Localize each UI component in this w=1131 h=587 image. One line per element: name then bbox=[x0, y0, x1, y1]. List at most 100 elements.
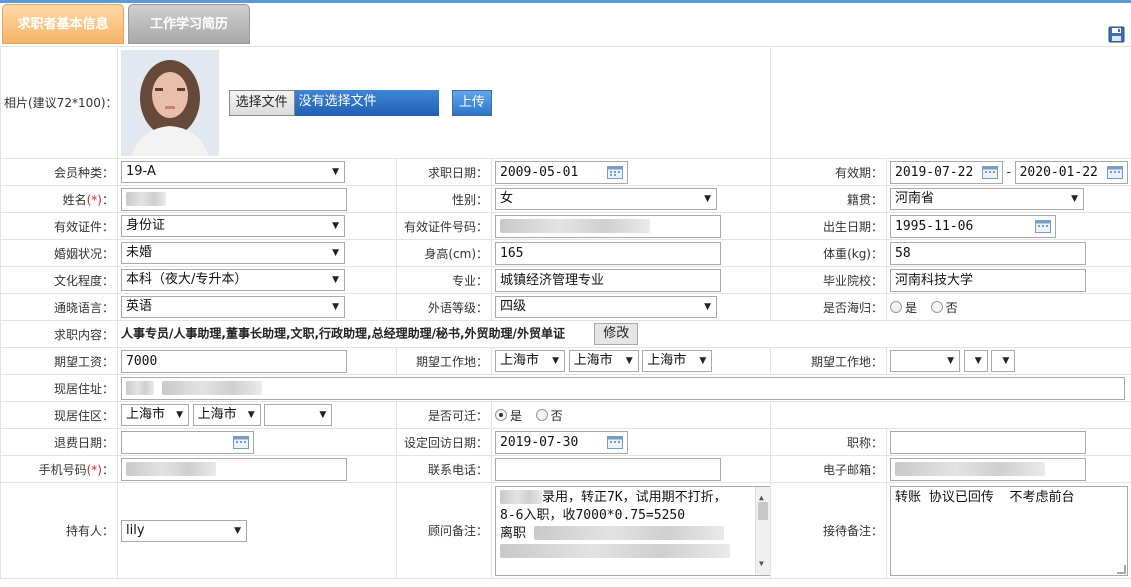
file-picker[interactable]: 选择文件 没有选择文件 bbox=[228, 89, 439, 116]
returnee-no-radio[interactable] bbox=[930, 301, 943, 314]
apply-date-input[interactable]: 2009-05-01 bbox=[495, 160, 628, 184]
chevron-down-icon: ▼ bbox=[332, 167, 339, 177]
weight-input[interactable]: 58 bbox=[890, 241, 1086, 265]
work-city-select[interactable]: 上海市 ▼ bbox=[568, 350, 639, 372]
chevron-down-icon: ▼ bbox=[319, 410, 327, 420]
relocate-yes-radio[interactable] bbox=[495, 409, 507, 422]
holder-value: lily bbox=[126, 522, 145, 538]
email-label: 电子邮箱： bbox=[770, 455, 887, 483]
school-label: 毕业院校： bbox=[770, 266, 887, 294]
work-province-select[interactable]: 上海市 ▼ bbox=[495, 350, 565, 372]
note-scrollbar[interactable]: ▲ ▼ bbox=[755, 486, 770, 575]
weight-label: 体重(kg)： bbox=[770, 239, 887, 267]
reception-note-value: 转账 协议已回传 不考虑前台 bbox=[895, 489, 1075, 505]
language-level-label: 外语等级： bbox=[396, 293, 492, 321]
relocate-label: 是否可迁： bbox=[396, 401, 492, 429]
gender-select[interactable]: 女 ▼ bbox=[495, 188, 717, 210]
redacted-note-text bbox=[533, 526, 724, 540]
work-province-value: 上海市 bbox=[500, 353, 540, 368]
visit-date-input[interactable]: 2019-07-30 bbox=[495, 430, 628, 454]
top-accent-line bbox=[0, 0, 1131, 3]
visit-date-value: 2019-07-30 bbox=[500, 434, 579, 450]
area-district-select[interactable]: ▼ bbox=[264, 404, 333, 426]
education-select[interactable]: 本科（夜大/专升本） ▼ bbox=[121, 269, 345, 291]
choose-file-button[interactable]: 选择文件 bbox=[228, 89, 295, 116]
relocate-no-radio[interactable] bbox=[535, 409, 548, 422]
work-district-value: 上海市 bbox=[647, 353, 687, 368]
chevron-down-icon: ▼ bbox=[234, 525, 241, 536]
chevron-down-icon: ▼ bbox=[332, 302, 339, 312]
required-mark: (*) bbox=[86, 192, 102, 207]
work2-city-select[interactable]: ▼ bbox=[963, 350, 988, 372]
marital-value: 未婚 bbox=[126, 245, 153, 260]
birth-date-input[interactable]: 1995-11-06 bbox=[890, 214, 1056, 238]
work2-province-select[interactable]: ▼ bbox=[890, 350, 960, 372]
save-icon[interactable] bbox=[1108, 26, 1125, 43]
valid-from-value: 2019-07-22 bbox=[895, 164, 974, 180]
calendar-icon[interactable] bbox=[233, 435, 249, 449]
upload-button[interactable]: 上传 bbox=[451, 89, 492, 116]
area-city-select[interactable]: 上海市 ▼ bbox=[192, 404, 261, 426]
valid-period-label: 有效期： bbox=[770, 158, 887, 186]
valid-to-input[interactable]: 2020-01-22 bbox=[1014, 160, 1128, 184]
calendar-icon[interactable] bbox=[607, 165, 623, 179]
tab-basic-info[interactable]: 求职者基本信息 bbox=[2, 4, 124, 44]
salary-label: 期望工资： bbox=[0, 347, 118, 375]
work2-district-select[interactable]: ▼ bbox=[991, 350, 1016, 372]
valid-from-input[interactable]: 2019-07-22 bbox=[890, 160, 1003, 184]
chevron-down-icon: ▼ bbox=[247, 410, 255, 420]
tab-work-history[interactable]: 工作学习简历 bbox=[128, 4, 250, 44]
chevron-down-icon: ▼ bbox=[552, 356, 559, 366]
advisor-note-textarea[interactable]: 录用，转正7K，试用期不打折， 8-6入职，收7000*0.75=5250 离职… bbox=[495, 485, 770, 576]
job-content-label: 求职内容： bbox=[0, 320, 118, 348]
chevron-down-icon: ▼ bbox=[332, 275, 339, 285]
marital-label: 婚姻状况： bbox=[0, 239, 118, 267]
relocate-yes-label: 是 bbox=[510, 408, 523, 423]
job-title-label: 职称： bbox=[770, 428, 887, 456]
language-select[interactable]: 英语 ▼ bbox=[121, 296, 345, 318]
phone-input[interactable] bbox=[495, 457, 721, 481]
calendar-icon[interactable] bbox=[982, 165, 998, 179]
calendar-icon[interactable] bbox=[607, 435, 623, 449]
calendar-icon[interactable] bbox=[1106, 165, 1123, 179]
apply-date-label: 求职日期： bbox=[396, 158, 492, 186]
language-level-select[interactable]: 四级 ▼ bbox=[495, 296, 717, 318]
school-input[interactable]: 河南科技大学 bbox=[890, 268, 1086, 292]
major-input[interactable]: 城镇经济管理专业 bbox=[495, 268, 721, 292]
job-title-input[interactable] bbox=[890, 430, 1086, 454]
email-input[interactable] bbox=[890, 457, 1086, 481]
work-district-select[interactable]: 上海市 ▼ bbox=[642, 350, 713, 372]
salary-input[interactable]: 7000 bbox=[121, 349, 347, 373]
address-input[interactable] bbox=[121, 376, 1125, 400]
chevron-down-icon: ▼ bbox=[625, 356, 633, 366]
photo-empty-cell bbox=[770, 46, 1131, 159]
redacted-name bbox=[126, 192, 166, 206]
height-input[interactable]: 165 bbox=[495, 241, 721, 265]
name-input[interactable] bbox=[121, 187, 347, 211]
native-place-select[interactable]: 河南省 ▼ bbox=[890, 188, 1084, 210]
scroll-down-icon[interactable]: ▼ bbox=[759, 555, 764, 573]
member-type-select[interactable]: 19-A ▼ bbox=[121, 161, 345, 183]
job-content-value: 人事专员/人事助理,董事长助理,文职,行政助理,总经理助理/秘书,外贸助理/外贸… bbox=[121, 326, 565, 341]
id-type-select[interactable]: 身份证 ▼ bbox=[121, 215, 345, 237]
advisor-note-line2: 8-6入职，收7000*0.75=5250 bbox=[500, 507, 686, 523]
scroll-thumb[interactable] bbox=[758, 501, 768, 520]
birth-date-value: 1995-11-06 bbox=[895, 218, 974, 234]
marital-select[interactable]: 未婚 ▼ bbox=[121, 242, 345, 264]
area-province-select[interactable]: 上海市 ▼ bbox=[121, 404, 189, 426]
id-number-input[interactable] bbox=[495, 214, 721, 238]
refund-date-input[interactable] bbox=[121, 430, 254, 454]
chevron-down-icon: ▼ bbox=[974, 356, 982, 366]
reception-note-textarea[interactable]: 转账 协议已回传 不考虑前台 bbox=[890, 485, 1128, 576]
native-place-label: 籍贯： bbox=[770, 185, 887, 213]
holder-select[interactable]: lily ▼ bbox=[121, 519, 247, 542]
height-value: 165 bbox=[500, 245, 524, 261]
valid-to-value: 2020-01-22 bbox=[1019, 164, 1098, 180]
empty-cell bbox=[770, 401, 1131, 429]
calendar-icon[interactable] bbox=[1035, 219, 1051, 233]
modify-job-content-button[interactable]: 修改 bbox=[594, 323, 639, 345]
returnee-yes-radio[interactable] bbox=[890, 301, 902, 314]
member-type-label: 会员种类： bbox=[0, 158, 118, 186]
mobile-input[interactable] bbox=[121, 457, 347, 481]
resize-grip-icon[interactable] bbox=[1117, 564, 1126, 574]
